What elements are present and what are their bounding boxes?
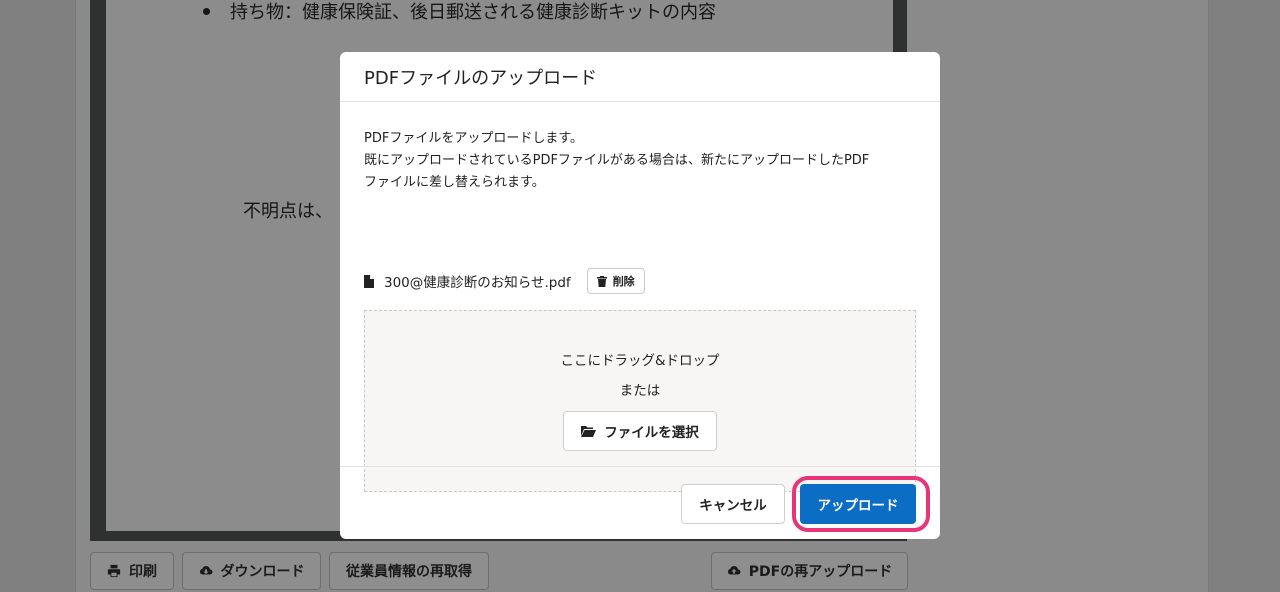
- cancel-button[interactable]: キャンセル: [681, 484, 785, 524]
- modal-description: PDFファイルをアップロードします。 既にアップロードされているPDFファイルが…: [364, 128, 920, 194]
- dropzone-or-text: または: [619, 383, 661, 399]
- file-dropzone[interactable]: ここにドラッグ&ドロップ または ファイルを選択: [364, 310, 916, 492]
- modal-header: PDFファイルのアップロード: [340, 52, 940, 102]
- bullet-dot: [203, 7, 210, 15]
- reupload-label: PDFの再アップロード: [748, 564, 893, 580]
- description-line: ファイルに差し替えられます。: [364, 175, 545, 190]
- modal-title: PDFファイルのアップロード: [364, 67, 598, 89]
- cloud-upload-icon: [727, 566, 741, 575]
- download-label: ダウンロード: [220, 564, 305, 580]
- doc-bullet-text: 持ち物：健康保険証、後日郵送される健康診断キットの内容: [230, 2, 716, 23]
- file-icon: [364, 274, 374, 288]
- delete-file-button[interactable]: 削除: [586, 268, 645, 294]
- download-button[interactable]: ダウンロード: [182, 552, 321, 590]
- trash-icon: [596, 275, 607, 287]
- upload-button[interactable]: アップロード: [800, 484, 916, 524]
- refetch-employee-button[interactable]: 従業員情報の再取得: [329, 552, 489, 590]
- print-label: 印刷: [129, 564, 157, 580]
- reupload-pdf-button[interactable]: PDFの再アップロード: [711, 552, 908, 590]
- folder-open-icon: [581, 426, 597, 437]
- refetch-label: 従業員情報の再取得: [346, 564, 472, 580]
- print-icon: [107, 564, 121, 578]
- file-name: 300@健康診断のお知らせ.pdf: [384, 275, 571, 291]
- print-button[interactable]: 印刷: [90, 552, 174, 590]
- upload-modal: PDFファイルのアップロード PDFファイルをアップロードします。 既にアップロ…: [340, 52, 940, 539]
- upload-label: アップロード: [817, 498, 899, 514]
- doc-bullet-line: 持ち物：健康保険証、後日郵送される健康診断キットの内容: [203, 0, 716, 24]
- delete-label: 削除: [612, 275, 635, 288]
- dropzone-drag-text: ここにドラッグ&ドロップ: [560, 353, 720, 369]
- selected-file-row: 300@健康診断のお知らせ.pdf 削除: [364, 267, 645, 295]
- cloud-download-icon: [199, 566, 212, 575]
- doc-text-line: 不明点は、: [243, 201, 333, 222]
- modal-footer: キャンセル アップロード: [340, 466, 940, 539]
- cancel-label: キャンセル: [699, 498, 767, 514]
- description-line: PDFファイルをアップロードします。: [364, 131, 584, 146]
- description-line: 既にアップロードされているPDFファイルがある場合は、新たにアップロードしたPD…: [364, 153, 870, 168]
- action-toolbar: 印刷 ダウンロード 従業員情報の再取得 PDFの再アップロード: [0, 552, 1280, 592]
- select-file-button[interactable]: ファイルを選択: [563, 411, 717, 451]
- select-file-label: ファイルを選択: [604, 425, 699, 441]
